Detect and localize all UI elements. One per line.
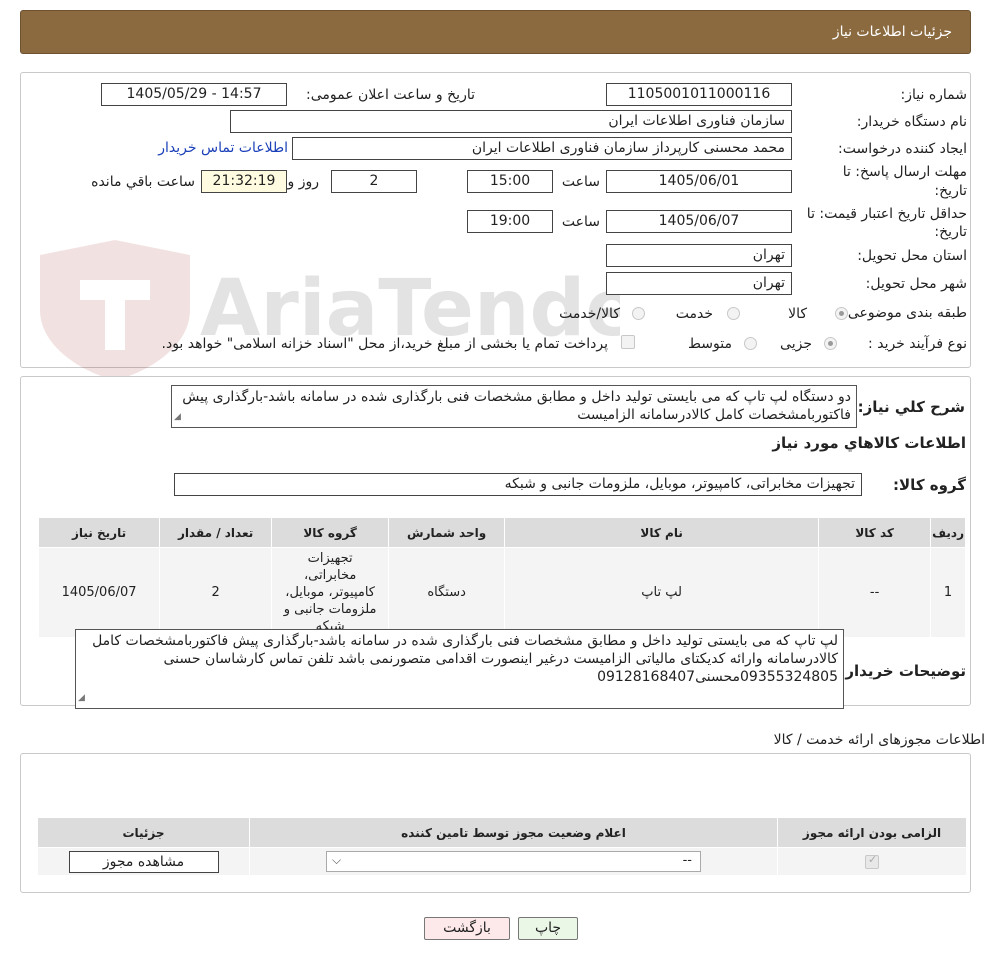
price-validity-time-label: ساعت bbox=[561, 214, 600, 230]
category-option-goods: کالا bbox=[788, 306, 807, 322]
cell-qty: 2 bbox=[159, 547, 273, 638]
resize-grip-icon[interactable]: ◢ bbox=[78, 689, 85, 707]
purchase-option-medium: متوسط bbox=[688, 336, 732, 352]
col-unit: واحد شمارش bbox=[388, 517, 506, 548]
days-label: روز و bbox=[287, 174, 320, 190]
category-option-goods-service: کالا/خدمت bbox=[559, 306, 620, 322]
col-license-details: جزئیات bbox=[37, 817, 250, 848]
resize-grip-icon[interactable]: ◢ bbox=[174, 408, 181, 426]
province-field: تهران bbox=[606, 244, 792, 267]
purchase-radio-minor[interactable] bbox=[824, 337, 837, 350]
need-number-field: 1105001011000116 bbox=[606, 83, 792, 106]
license-required-cell: ✓ bbox=[777, 847, 967, 876]
page-header: جزئیات اطلاعات نیاز bbox=[20, 10, 971, 54]
license-status-select[interactable]: ⌵ -- bbox=[326, 851, 701, 872]
buyer-contact-link[interactable]: اطلاعات تماس خریدار bbox=[158, 140, 288, 156]
price-validity-date-field: 1405/06/07 bbox=[606, 210, 792, 233]
buyer-notes-text: لپ تاپ که می بایستی تولید داخل و مطابق م… bbox=[92, 633, 838, 685]
purchase-option-minor: جزیی bbox=[780, 336, 812, 352]
category-option-service: خدمت bbox=[675, 306, 713, 322]
col-date: تاریخ نیاز bbox=[37, 517, 161, 548]
price-validity-label: حداقل تاریخ اعتبار قیمت: تا bbox=[806, 206, 967, 222]
license-details-cell: مشاهده مجوز bbox=[37, 847, 250, 876]
province-label: استان محل تحویل: bbox=[857, 248, 967, 264]
buyer-notes-textarea: لپ تاپ که می بایستی تولید داخل و مطابق م… bbox=[75, 629, 844, 709]
reply-time-label: ساعت bbox=[561, 174, 600, 190]
cell-unit: دستگاه bbox=[388, 547, 506, 638]
remaining-time-field: 21:32:19 bbox=[201, 170, 287, 193]
table-row: 1 -- لپ تاپ دستگاه تجهیزات مخابراتی، کام… bbox=[37, 547, 966, 638]
licenses-section-title: اطلاعات مجوزهای ارائه خدمت / کالا bbox=[773, 732, 985, 748]
category-radio-service[interactable] bbox=[727, 307, 740, 320]
licenses-table-header: الزامی بودن ارائه مجوز اعلام وضعیت مجوز … bbox=[37, 817, 967, 848]
col-license-status: اعلام وضعیت مجوز توسط تامین کننده bbox=[249, 817, 778, 848]
col-qty: تعداد / مقدار bbox=[159, 517, 273, 548]
city-label: شهر محل تحویل: bbox=[865, 276, 967, 292]
col-name: نام کالا bbox=[504, 517, 820, 548]
price-validity-label-2: تاریخ: bbox=[934, 224, 967, 240]
table-row: ✓ ⌵ -- مشاهده مجوز bbox=[37, 847, 967, 876]
licenses-table: الزامی بودن ارائه مجوز اعلام وضعیت مجوز … bbox=[37, 817, 967, 876]
reply-deadline-label-2: تاریخ: bbox=[934, 183, 967, 199]
description-textarea: دو دستگاه لپ تاپ که می بایستی تولید داخل… bbox=[171, 385, 857, 428]
requester-label: ایجاد کننده درخواست: bbox=[838, 141, 967, 157]
goods-group-label: گروه کالا: bbox=[893, 476, 966, 494]
col-row: رديف bbox=[930, 517, 966, 548]
cell-group: تجهیزات مخابراتی، کامپیوتر، موبایل، ملزو… bbox=[271, 547, 390, 638]
treasury-note: پرداخت تمام یا بخشی از مبلغ خرید،از محل … bbox=[161, 336, 608, 352]
back-button[interactable]: بازگشت bbox=[424, 917, 510, 940]
buyer-notes-label: توضیحات خریدار: bbox=[839, 662, 966, 680]
goods-section-title: اطلاعات کالاهاي مورد نياز bbox=[772, 434, 966, 452]
col-group: گروه کالا bbox=[271, 517, 390, 548]
city-field: تهران bbox=[606, 272, 792, 295]
license-status-cell: ⌵ -- bbox=[249, 847, 778, 876]
cell-date: 1405/06/07 bbox=[37, 547, 161, 638]
category-radio-goods[interactable] bbox=[835, 307, 848, 320]
cell-name: لپ تاپ bbox=[504, 547, 820, 638]
col-license-required: الزامی بودن ارائه مجوز bbox=[777, 817, 967, 848]
col-code: کد کالا bbox=[818, 517, 932, 548]
price-validity-time-field: 19:00 bbox=[467, 210, 553, 233]
buyer-org-label: نام دستگاه خریدار: bbox=[856, 114, 967, 130]
category-label: طبقه بندی موضوعی: bbox=[843, 305, 967, 321]
reply-deadline-label: مهلت ارسال پاسخ: تا bbox=[842, 164, 967, 180]
goods-table-header: رديف کد کالا نام کالا واحد شمارش گروه کا… bbox=[37, 517, 966, 548]
category-radio-goods-service[interactable] bbox=[632, 307, 645, 320]
reply-time-field: 15:00 bbox=[467, 170, 553, 193]
requester-field: محمد محسنی کارپرداز سازمان فناوری اطلاعا… bbox=[292, 137, 792, 160]
announce-datetime-field: 1405/05/29 - 14:57 bbox=[101, 83, 287, 106]
chevron-down-icon: ⌵ bbox=[332, 853, 342, 867]
print-button[interactable]: چاپ bbox=[518, 917, 578, 940]
purchase-radio-medium[interactable] bbox=[744, 337, 757, 350]
goods-table: رديف کد کالا نام کالا واحد شمارش گروه کا… bbox=[37, 517, 966, 638]
goods-group-field: تجهیزات مخابراتی، کامپیوتر، موبایل، ملزو… bbox=[174, 473, 862, 496]
view-license-button[interactable]: مشاهده مجوز bbox=[68, 850, 219, 873]
announce-datetime-label: تاریخ و ساعت اعلان عمومی: bbox=[306, 87, 475, 103]
description-text: دو دستگاه لپ تاپ که می بایستی تولید داخل… bbox=[182, 389, 851, 423]
buyer-org-field: سازمان فناوری اطلاعات ایران bbox=[230, 110, 792, 133]
purchase-process-label: نوع فرآیند خرید : bbox=[868, 336, 967, 352]
page-title: جزئیات اطلاعات نیاز bbox=[832, 24, 952, 40]
treasury-checkbox[interactable] bbox=[621, 335, 635, 349]
description-label: شرح کلي نياز: bbox=[857, 398, 965, 416]
days-field: 2 bbox=[331, 170, 417, 193]
cell-row: 1 bbox=[930, 547, 966, 638]
need-number-label: شماره نیاز: bbox=[900, 87, 968, 103]
remaining-time-label: ساعت باقي مانده bbox=[91, 174, 195, 190]
reply-date-field: 1405/06/01 bbox=[606, 170, 792, 193]
cell-code: -- bbox=[818, 547, 932, 638]
license-status-value: -- bbox=[682, 853, 692, 868]
license-required-checkbox: ✓ bbox=[865, 853, 879, 869]
